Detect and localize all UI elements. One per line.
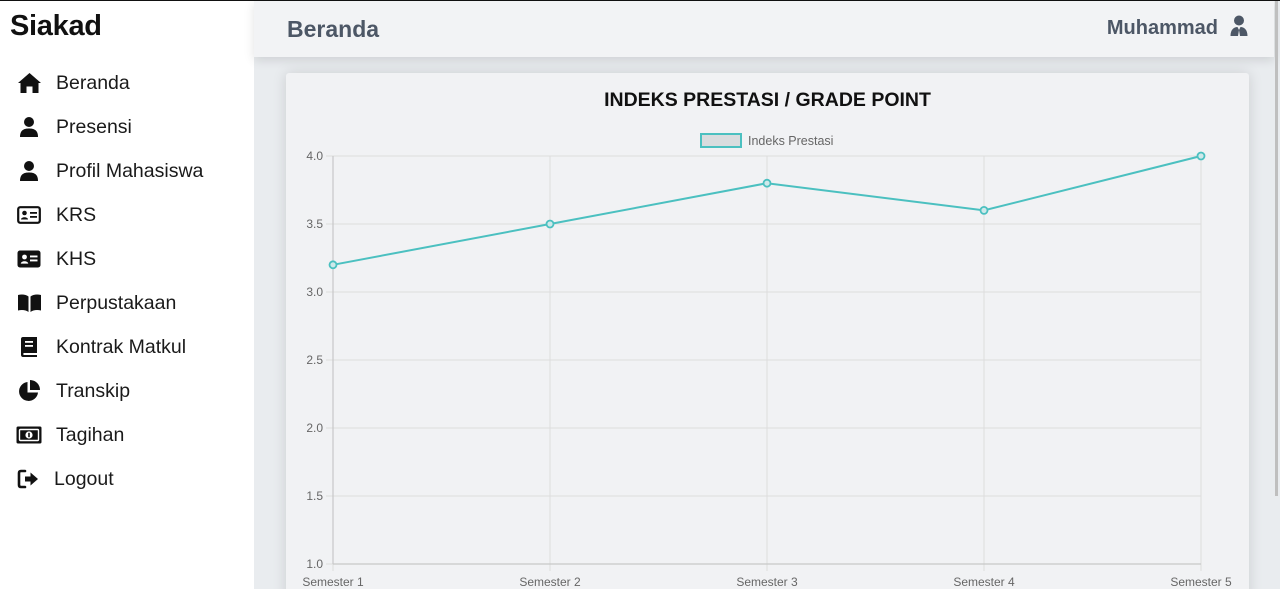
book-open-icon [16, 290, 42, 316]
sidebar: Siakad Beranda Presensi Profil Mahasiswa… [0, 1, 254, 589]
x-tick-label: Semester 1 [302, 575, 364, 589]
user-icon [16, 158, 42, 184]
y-tick-label: 1.0 [306, 557, 323, 571]
legend-swatch [700, 133, 742, 148]
data-point [979, 205, 989, 215]
sidebar-item-kontrak-matkul[interactable]: Kontrak Matkul [0, 329, 254, 365]
top-header: Beranda Muhammad [254, 1, 1274, 57]
sidebar-item-logout[interactable]: Logout [0, 461, 254, 497]
book-icon [16, 334, 42, 360]
sidebar-item-label: Beranda [56, 71, 130, 94]
data-point [1196, 151, 1206, 161]
user-icon [16, 114, 42, 140]
chart-card: INDEKS PRESTASI / GRADE POINT 1.0 1.5 2.0 2… [286, 73, 1249, 589]
sidebar-item-label: Presensi [56, 115, 132, 138]
page-scrollbar[interactable] [1275, 1, 1278, 496]
sidebar-item-label: Logout [54, 467, 114, 490]
sidebar-item-transkip[interactable]: Transkip [0, 373, 254, 409]
user-name: Muhammad [1106, 17, 1218, 39]
x-tick-label: Semester 3 [736, 575, 798, 589]
legend-label: Indeks Prestasi [748, 134, 833, 148]
sidebar-item-tagihan[interactable]: Tagihan [0, 417, 254, 453]
data-point [545, 219, 555, 229]
sign-out-icon [16, 466, 42, 492]
sidebar-item-perpustakaan[interactable]: Perpustakaan [0, 285, 254, 321]
y-tick-label: 3.5 [306, 217, 323, 231]
line-chart: 1.0 1.5 2.0 2.5 3.0 3.5 4.0 Semester 1 Semester … [302, 133, 1232, 589]
sidebar-item-krs[interactable]: KRS [0, 197, 254, 233]
y-tick-label: 1.5 [306, 489, 323, 503]
x-tick-label: Semester 4 [953, 575, 1015, 589]
money-bill-icon [16, 422, 42, 448]
sidebar-item-beranda[interactable]: Beranda [0, 65, 254, 101]
sidebar-item-label: Transkip [56, 379, 131, 402]
data-point [328, 260, 338, 270]
page-title: Beranda [287, 16, 380, 42]
sidebar-item-label: Tagihan [56, 423, 125, 446]
sidebar-item-label: KHS [56, 247, 97, 270]
data-point [762, 178, 772, 188]
y-tick-label: 2.0 [306, 421, 323, 435]
x-tick-label: Semester 2 [519, 575, 581, 589]
user-tie-icon [1230, 15, 1248, 42]
y-tick-label: 2.5 [306, 353, 323, 367]
y-tick-label: 3.0 [306, 285, 323, 299]
sidebar-item-label: Kontrak Matkul [56, 335, 187, 358]
sidebar-item-khs[interactable]: KHS [0, 241, 254, 277]
home-icon [16, 70, 42, 96]
sidebar-item-label: Perpustakaan [56, 291, 177, 314]
x-tick-label: Semester 5 [1170, 575, 1232, 589]
y-tick-label: 4.0 [306, 149, 323, 163]
sidebar-item-label: Profil Mahasiswa [56, 159, 204, 182]
chart-pie-icon [16, 378, 42, 404]
id-card-solid-icon [16, 246, 42, 272]
main-content: Beranda Muhammad INDEKS PRESTASI / GRADE… [254, 1, 1280, 589]
id-card-icon [16, 202, 42, 228]
sidebar-item-label: KRS [56, 203, 97, 226]
sidebar-item-presensi[interactable]: Presensi [0, 109, 254, 145]
brand-title: Siakad [10, 10, 102, 42]
user-menu[interactable]: Muhammad [1107, 15, 1248, 42]
sidebar-item-profil-mahasiswa[interactable]: Profil Mahasiswa [0, 153, 254, 189]
